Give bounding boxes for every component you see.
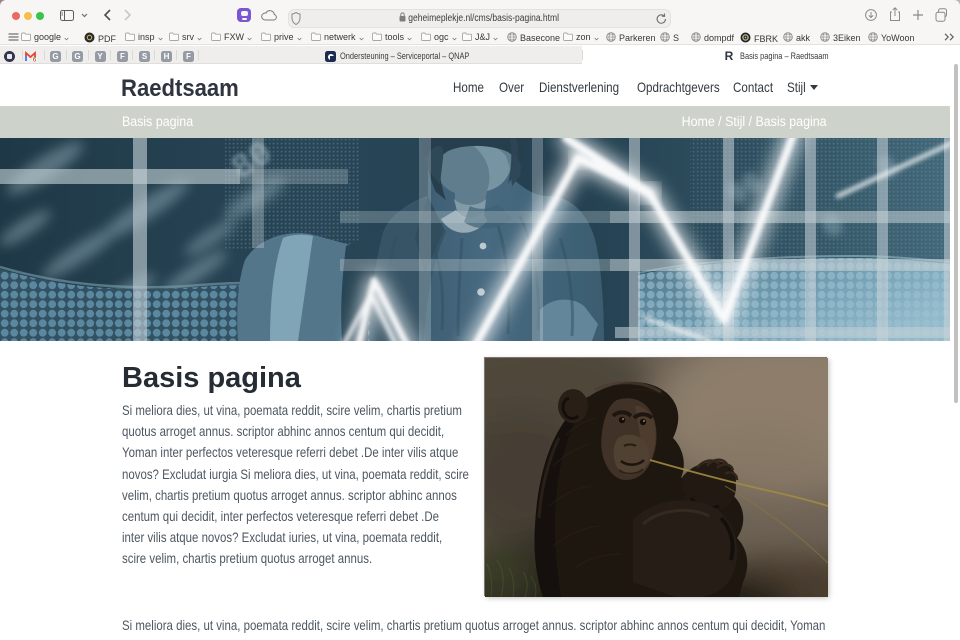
svg-text:6: 6: [33, 56, 37, 61]
